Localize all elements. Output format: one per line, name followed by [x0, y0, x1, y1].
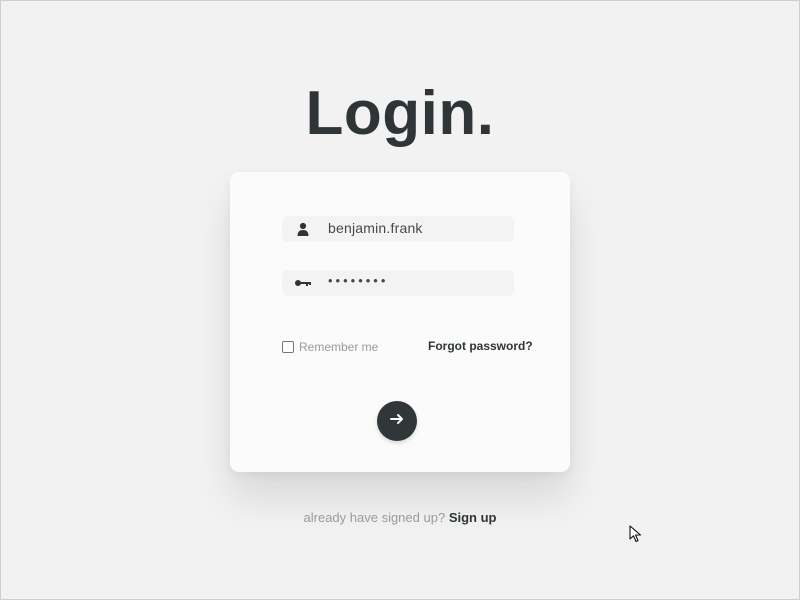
submit-button[interactable]: [377, 401, 417, 441]
remember-label: Remember me: [299, 340, 379, 354]
remember-me[interactable]: Remember me: [282, 340, 378, 354]
page-title: Login.: [305, 79, 495, 148]
password-value: ••••••••: [328, 273, 389, 288]
arrow-right-icon: [389, 411, 405, 432]
username-field[interactable]: benjamin.frank: [282, 216, 514, 242]
remember-checkbox[interactable]: [282, 341, 294, 353]
user-icon: [294, 222, 312, 236]
signup-prompt: already have signed up?: [303, 510, 446, 525]
key-icon: [294, 276, 312, 290]
username-value: benjamin.frank: [328, 220, 423, 236]
forgot-password-link[interactable]: Forgot password?: [428, 339, 533, 353]
login-card: benjamin.frank •••••••• Remember me Forg…: [230, 172, 570, 472]
cursor-icon: [629, 525, 643, 543]
password-field[interactable]: ••••••••: [282, 270, 514, 296]
signup-link[interactable]: Sign up: [449, 510, 497, 525]
signup-footer: already have signed up? Sign up: [0, 510, 800, 525]
